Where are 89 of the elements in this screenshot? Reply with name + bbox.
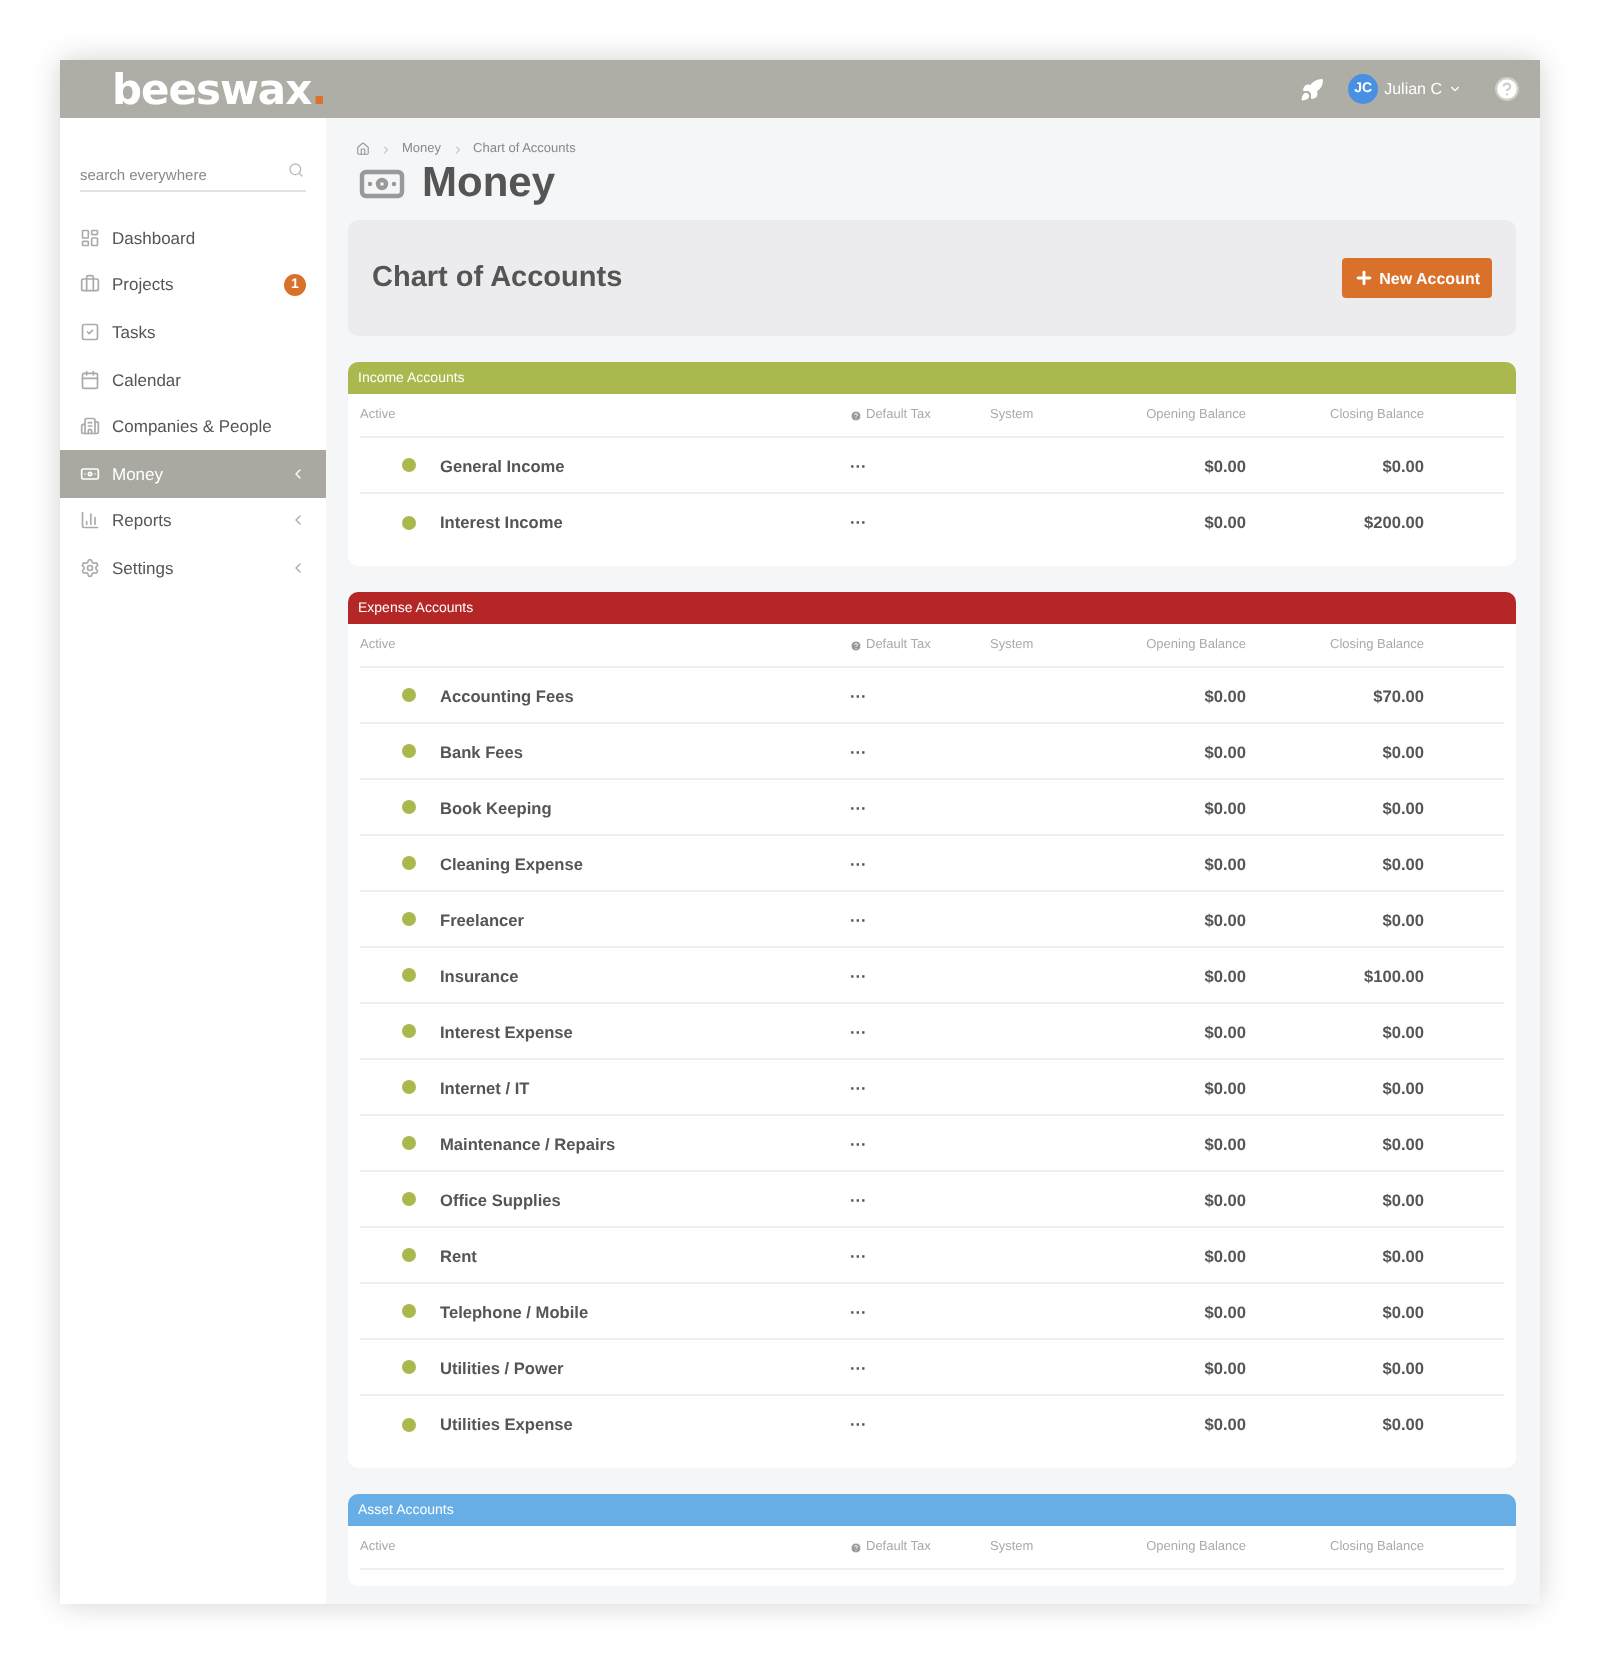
table-cell-text: $0.00 — [1202, 965, 1246, 985]
account-name: Book Keeping — [440, 797, 554, 817]
chevron-down-icon — [1448, 82, 1462, 96]
table-cell-text: ··· — [850, 965, 869, 985]
bar-chart-icon — [80, 510, 100, 531]
table-cell-text: $0.00 — [1202, 1133, 1246, 1153]
account-name: Office Supplies — [440, 1189, 563, 1209]
table-cell-text: $0.00 — [1380, 741, 1424, 761]
table-cell-text: $0.00 — [1202, 455, 1246, 475]
table-cell-text: ··· — [850, 685, 869, 705]
sidebar-item[interactable]: Settings — [60, 544, 326, 592]
table-cell-text: $0.00 — [1202, 797, 1246, 817]
chevron-right-icon — [451, 143, 464, 155]
table-cell-text: ··· — [850, 741, 869, 761]
table-cell-text: $0.00 — [1380, 1077, 1424, 1097]
table-cell-text: ··· — [850, 512, 869, 532]
table-cell-text: $100.00 — [1362, 965, 1424, 985]
table-cell-text: $0.00 — [1380, 1021, 1424, 1041]
section-title: Chart of Accounts — [372, 262, 623, 294]
table-cell-text: $0.00 — [1202, 853, 1246, 873]
home-icon[interactable] — [356, 142, 370, 156]
chevron-right-icon — [380, 143, 392, 155]
table-cell-text: $0.00 — [1202, 685, 1246, 705]
account-name: Freelancer — [440, 909, 526, 929]
user-name: Julian C — [1384, 80, 1442, 98]
table-cell-text: $0.00 — [1202, 1414, 1246, 1434]
table-cell-text: $0.00 — [1380, 853, 1424, 873]
table-cell-text: $0.00 — [1380, 1414, 1424, 1434]
table-cell-text: $0.00 — [1202, 1189, 1246, 1209]
table-cell-text: $0.00 — [1202, 1245, 1246, 1265]
settings-icon — [80, 557, 100, 578]
search-icon — [288, 162, 304, 178]
account-name: Utilities Expense — [440, 1414, 575, 1434]
table-cell-text: $0.00 — [1380, 1357, 1424, 1377]
table-cell-text: ··· — [850, 1245, 869, 1265]
sidebar-item[interactable]: Companies & People — [60, 402, 326, 450]
calendar-icon — [80, 369, 100, 390]
page-title: Money — [422, 160, 556, 208]
table-cell-text: $0.00 — [1380, 1301, 1424, 1321]
table-cell-text: $0.00 — [1202, 741, 1246, 761]
table-cell-text: $0.00 — [1380, 1245, 1424, 1265]
table-cell-text: $0.00 — [1202, 1021, 1246, 1041]
account-name: Maintenance / Repairs — [440, 1133, 618, 1153]
table-cell-text: ··· — [850, 1077, 869, 1097]
sidebar-item[interactable]: Calendar — [60, 355, 326, 403]
table-cell-text: $0.00 — [1380, 797, 1424, 817]
table-cell-text: $70.00 — [1371, 685, 1424, 705]
table-cell-text: ··· — [850, 1189, 869, 1209]
account-name: Bank Fees — [440, 741, 526, 761]
dashboard-icon — [80, 227, 100, 248]
table-cell-text: $200.00 — [1362, 512, 1424, 532]
plus-icon — [1353, 268, 1374, 288]
account-name: Interest Expense — [440, 1021, 575, 1041]
account-name: Insurance — [440, 965, 521, 985]
sidebar-item[interactable]: Dashboard — [60, 214, 326, 262]
table-cell-text: $0.00 — [1202, 1301, 1246, 1321]
table-cell-text: $0.00 — [1380, 455, 1424, 475]
account-name: Cleaning Expense — [440, 853, 585, 873]
help-icon[interactable] — [1494, 76, 1520, 102]
checkbox-icon — [80, 321, 100, 342]
account-name: Rent — [440, 1245, 479, 1265]
account-name: General Income — [440, 455, 567, 475]
table-cell-text: $0.00 — [1202, 1357, 1246, 1377]
table-cell-text: ··· — [850, 1357, 869, 1377]
table-cell-text: ··· — [850, 797, 869, 817]
table-cell-text: $0.00 — [1380, 1189, 1424, 1209]
briefcase-icon — [80, 274, 100, 295]
banknote-icon — [80, 463, 100, 484]
table-cell-text: $0.00 — [1202, 1077, 1246, 1097]
table-cell-text: ··· — [850, 455, 869, 475]
table-cell-text: $0.00 — [1380, 1133, 1424, 1153]
table-cell-text: ··· — [850, 1414, 869, 1434]
building-icon — [80, 416, 100, 437]
account-name: Accounting Fees — [440, 685, 576, 705]
table-cell-text: $0.00 — [1202, 909, 1246, 929]
sidebar-item[interactable]: Reports — [60, 497, 326, 545]
table-cell-text: ··· — [850, 1133, 869, 1153]
account-name: Interest Income — [440, 512, 565, 532]
table-cell-text: ··· — [850, 1301, 869, 1321]
table-cell-text: $0.00 — [1202, 512, 1246, 532]
table-cell-text: ··· — [850, 909, 869, 929]
rocket-icon[interactable] — [1300, 77, 1325, 101]
table-cell-text: $0.00 — [1380, 909, 1424, 929]
account-name: Telephone / Mobile — [440, 1301, 591, 1321]
table-cell-text: ··· — [850, 1021, 869, 1041]
sidebar-item[interactable]: Tasks — [60, 308, 326, 356]
account-name: Utilities / Power — [440, 1357, 566, 1377]
account-name: Internet / IT — [440, 1077, 532, 1097]
table-cell-text: ··· — [850, 853, 869, 873]
